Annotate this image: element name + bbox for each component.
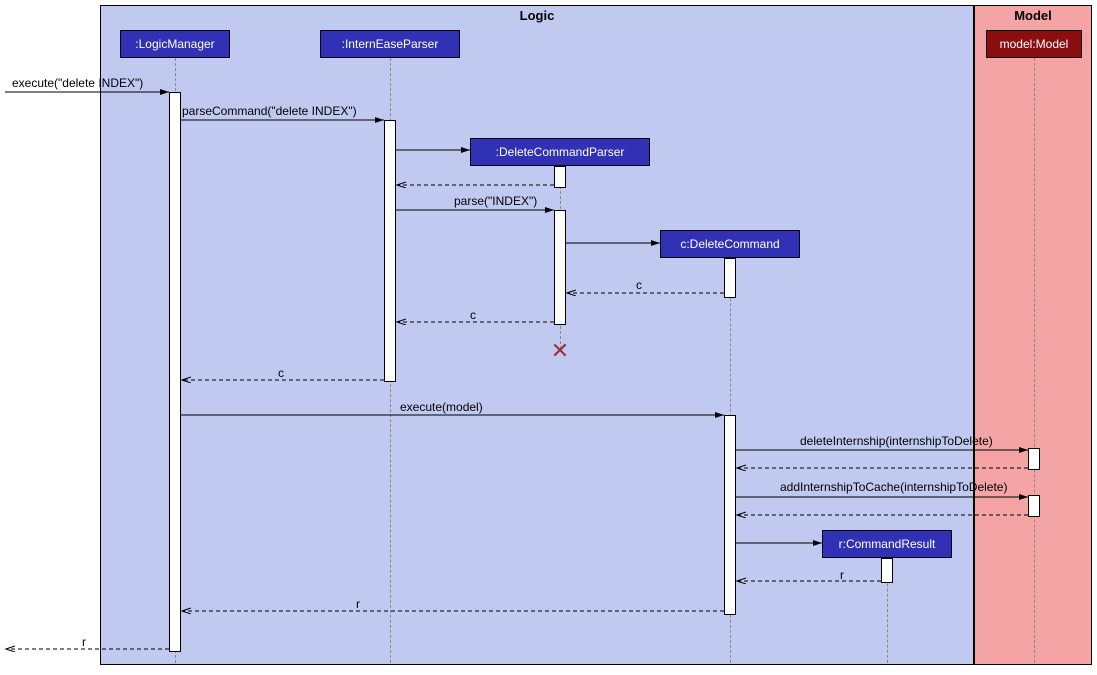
sequence-diagram: Logic Model :LogicManager :InternEasePar… [0,0,1097,675]
logic-manager-lifeline: :LogicManager [120,30,230,58]
msg-return-r2: r [356,597,360,611]
msg-return-c3: c [278,366,284,380]
msg-add-internship-cache: addInternshipToCache(internshipToDelete) [780,480,1007,494]
delete-command-activation-2 [724,415,736,615]
logic-region-label: Logic [520,8,555,23]
internease-parser-activation [384,120,396,382]
msg-return-r1: r [840,568,844,582]
delete-command-parser-lifeline: :DeleteCommandParser [470,138,650,166]
logic-manager-activation [169,92,181,652]
msg-parse-index: parse("INDEX") [454,194,537,208]
msg-delete-internship: deleteInternship(internshipToDelete) [800,434,993,448]
model-dash [1034,58,1035,663]
msg-return-c1: c [636,278,642,292]
delete-command-parser-activation-1 [554,166,566,188]
model-region: Model [974,5,1092,665]
delete-command-activation-1 [724,258,736,298]
delete-command-parser-activation-2 [554,210,566,325]
msg-return-r3: r [82,635,86,649]
destroy-icon: ✕ [550,342,570,362]
model-activation-2 [1028,495,1040,517]
internease-parser-lifeline: :InternEaseParser [320,30,460,58]
model-activation-1 [1028,448,1040,470]
msg-parse-command: parseCommand("delete INDEX") [182,104,357,118]
command-result-lifeline: r:CommandResult [822,530,952,558]
model-region-label: Model [1014,8,1052,23]
delete-command-lifeline: c:DeleteCommand [660,230,800,258]
command-result-activation [881,558,893,583]
msg-return-c2: c [470,308,476,322]
model-lifeline: model:Model [986,30,1082,58]
msg-execute-model: execute(model) [400,400,483,414]
msg-execute-delete: execute("delete INDEX") [12,76,143,90]
